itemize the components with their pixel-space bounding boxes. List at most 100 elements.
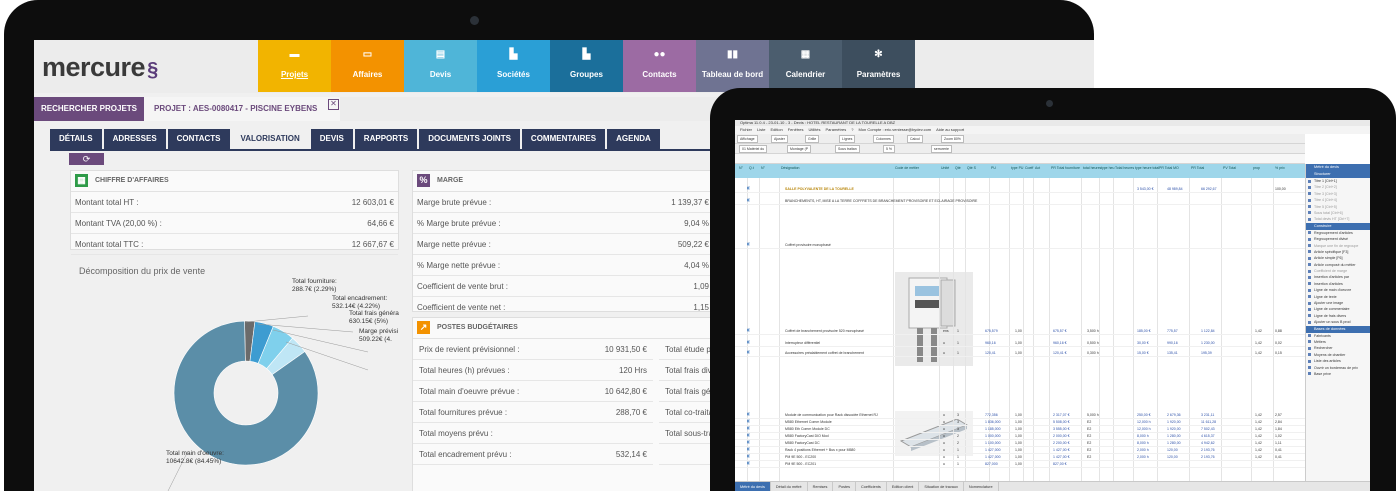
column-header[interactable]: Désignation (781, 166, 799, 170)
menu-item-7[interactable]: Mon Compte : eric.veniesse@bydev.com (858, 127, 931, 132)
column-header[interactable]: Qté S (967, 166, 976, 170)
side-item[interactable]: Base prixe (1306, 371, 1370, 377)
side-section-header[interactable]: Structurer (1306, 171, 1370, 178)
nav-tile-2[interactable]: ▤ Devis (404, 40, 477, 92)
side-section-header[interactable]: Construire (1306, 222, 1370, 230)
side-section-header[interactable]: Bases de données (1306, 325, 1370, 333)
column-header[interactable]: type PU (1011, 166, 1023, 170)
row-edit-icon[interactable]: ◧ (747, 186, 750, 190)
grid-row[interactable]: Interrupteur différentiel u 1 960,16 1,00 960… (735, 340, 1305, 347)
row-edit-icon[interactable]: ◧ (747, 198, 750, 202)
bottom-tab-6[interactable]: Situation de travaux (919, 482, 964, 491)
grid-row[interactable]: M580 Eth Comm Module DC u 3 1 185,000 1,00 3 … (735, 426, 1305, 433)
grid-row[interactable]: Coffret provisoire monophasé ◧ (735, 242, 1305, 249)
column-header[interactable]: N° (761, 166, 765, 170)
toolbar-button[interactable]: Colonnes (873, 135, 894, 143)
filter-select[interactable]: Montage (P (787, 145, 812, 153)
bottom-tab-3[interactable]: Postes (833, 482, 857, 491)
nav-tile-6[interactable]: ▮▮ Tableau de bord (696, 40, 769, 92)
filter-select[interactable]: Sous traitan (835, 145, 860, 153)
bottom-tab-5[interactable]: Edition client (887, 482, 920, 491)
menu-item-1[interactable]: Liste (757, 127, 765, 132)
close-tab-icon[interactable]: ✕ (328, 99, 339, 110)
nav-tile-7[interactable]: ▦ Calendrier (769, 40, 842, 92)
refresh-button[interactable]: ⟳ (69, 153, 104, 165)
project-tab[interactable]: PROJET : AES-0080417 - PISCINE EYBENS (144, 97, 340, 121)
row-edit-icon[interactable]: ◧ (747, 340, 750, 344)
nav-tile-1[interactable]: ▭ Affaires (331, 40, 404, 92)
filter-select[interactable]: 01 Matériel du (739, 145, 768, 153)
row-edit-icon[interactable]: ◧ (747, 426, 750, 430)
filter-select[interactable]: serrurerie (931, 145, 952, 153)
column-header[interactable]: prop (1253, 166, 1260, 170)
row-edit-icon[interactable]: ◧ (747, 454, 750, 458)
nav-tile-3[interactable]: ▙ Sociétés (477, 40, 550, 92)
column-header[interactable]: Total heures (1115, 166, 1134, 170)
grid-row[interactable]: PM 9E 500 - EC200 u 1 1 427,000 1,00 1 427,00… (735, 454, 1305, 461)
bottom-tab-4[interactable]: Coefficients (856, 482, 887, 491)
grid-row[interactable]: Accessoires préalablement coffret de bra… (735, 350, 1305, 357)
subtab-3[interactable]: VALORISATION (231, 129, 309, 149)
column-header[interactable]: PR Total (1191, 166, 1204, 170)
toolbar-button[interactable]: Calcul (907, 135, 923, 143)
toolbar-button[interactable]: Grille (805, 135, 820, 143)
row-edit-icon[interactable]: ◧ (747, 350, 750, 354)
column-header[interactable]: PR Total fourniture (1051, 166, 1080, 170)
search-projects-tab[interactable]: RECHERCHER PROJETS (34, 97, 144, 121)
grid-row[interactable]: M580 FactoryCast DC u 2 1 100,000 1,00 2 200,… (735, 440, 1305, 447)
column-header[interactable]: Qté (955, 166, 961, 170)
menu-item-2[interactable]: Edition (770, 127, 782, 132)
column-header[interactable]: type heu (1101, 166, 1114, 170)
toolbar-button[interactable]: Ajuster (771, 135, 788, 143)
subtab-1[interactable]: ADRESSES (103, 129, 166, 149)
row-edit-icon[interactable]: ◧ (747, 461, 750, 465)
bottom-tab-0[interactable]: Métré du devis (735, 482, 771, 491)
side-section-header[interactable]: Métré du devis (1306, 164, 1370, 171)
menu-item-6[interactable]: ? (851, 127, 853, 132)
row-edit-icon[interactable]: ◧ (747, 419, 750, 423)
quote-grid[interactable]: SALLE POLYVALENTE DE LA TOURELLE 3 543,00… (735, 178, 1305, 481)
grid-row[interactable]: SALLE POLYVALENTE DE LA TOURELLE 3 543,00… (735, 186, 1305, 193)
subtab-4[interactable]: DEVIS (310, 129, 353, 149)
subtab-2[interactable]: CONTACTS (167, 129, 230, 149)
column-header[interactable]: Unité (941, 166, 949, 170)
row-edit-icon[interactable]: ◧ (747, 328, 750, 332)
grid-row[interactable]: Coffret de branchement provisoire 520 mo… (735, 328, 1305, 335)
column-header[interactable]: % prix (1275, 166, 1285, 170)
filter-select[interactable]: 5 % (883, 145, 896, 153)
column-header[interactable]: PV Total (1223, 166, 1236, 170)
grid-row[interactable]: Module de communication pour Rack dissoc… (735, 412, 1305, 419)
subtab-6[interactable]: DOCUMENTS JOINTS (419, 129, 520, 149)
menu-item-8[interactable]: Aide au support (936, 127, 964, 132)
subtab-8[interactable]: AGENDA (607, 129, 660, 149)
row-edit-icon[interactable]: ◧ (747, 440, 750, 444)
nav-tile-5[interactable]: ●● Contacts (623, 40, 696, 92)
row-edit-icon[interactable]: ◧ (747, 242, 750, 246)
menu-item-3[interactable]: Fenêtres (788, 127, 804, 132)
menu-item-0[interactable]: Fichier (740, 127, 752, 132)
grid-row[interactable]: PM 9E 500 - EC201 u 1 827,000 1,00 827,00 € ◧ (735, 461, 1305, 468)
subtab-5[interactable]: RAPPORTS (354, 129, 418, 149)
row-edit-icon[interactable]: ◧ (747, 412, 750, 416)
column-header[interactable]: N° (739, 166, 743, 170)
column-header[interactable]: total heures (1083, 166, 1101, 170)
grid-row[interactable]: M580 Ethernet Comm Module u 3 1 836,000 1,00… (735, 419, 1305, 426)
nav-tile-4[interactable]: ▙ Groupes (550, 40, 623, 92)
row-edit-icon[interactable]: ◧ (747, 433, 750, 437)
column-header[interactable]: type heure total (1135, 166, 1159, 170)
nav-tile-0[interactable]: ▬ Projets (258, 40, 331, 92)
menu-item-5[interactable]: Paramètres (826, 127, 847, 132)
column-header[interactable]: Coeff (1025, 166, 1033, 170)
grid-row[interactable]: Rack 4 positions Ethernet + Bus x pour M… (735, 447, 1305, 454)
column-header[interactable]: PR Total MO (1159, 166, 1179, 170)
column-header[interactable]: Q.t (749, 166, 754, 170)
menu-item-4[interactable]: Utilités (809, 127, 821, 132)
column-header[interactable]: Act (1035, 166, 1040, 170)
grid-row[interactable]: M580 FactoryCast DIO Mod u 2 1 000,000 1,00 2… (735, 433, 1305, 440)
column-header[interactable]: PU (991, 166, 996, 170)
column-header[interactable]: Code de métier (895, 166, 919, 170)
toolbar-button[interactable]: Lignes (839, 135, 856, 143)
toolbar-button[interactable]: Affichage (737, 135, 758, 143)
bottom-tab-2[interactable]: Remises (808, 482, 834, 491)
nav-tile-8[interactable]: ✻ Paramètres (842, 40, 915, 92)
